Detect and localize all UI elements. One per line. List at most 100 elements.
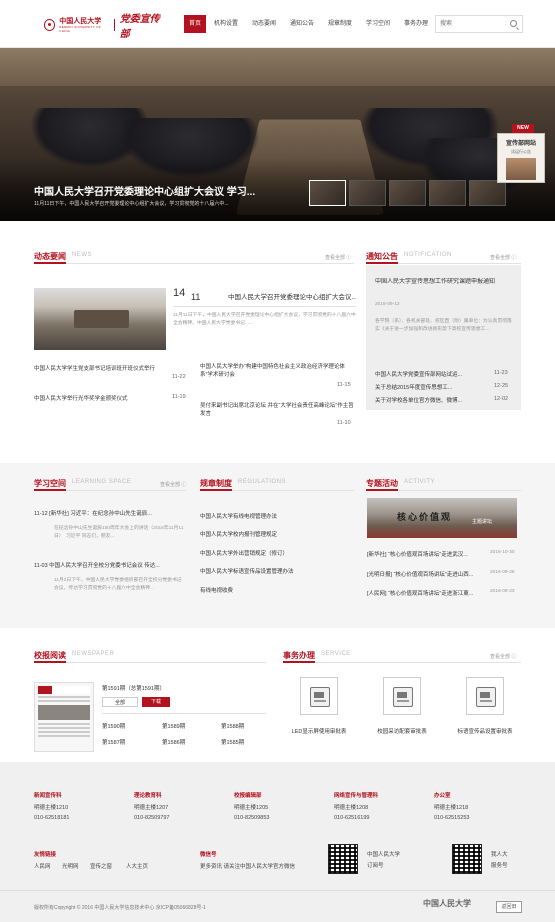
rules-item[interactable]: 中国人民大学有线电视管理办法	[200, 512, 350, 520]
study-item[interactable]: 11-03 中国人民大学召开全校分党委书记会议 传达...	[34, 561, 184, 569]
activity-item[interactable]: [人民网] “核心价值观百场讲坛”走进浙江東...	[367, 589, 482, 597]
hero-thumbnail[interactable]	[469, 180, 506, 206]
news-featured-desc: 11月11日下午，中国人民大学召开党委理论中心组扩大会议，学习贯彻党的十八届六中…	[173, 313, 356, 326]
activity-banner[interactable]: 核心价值观 主题讲坛	[367, 498, 517, 538]
activity-item[interactable]: [新华社] “核心价值观百场讲坛”走进武汉...	[367, 550, 482, 558]
footer-link[interactable]: 光明网	[62, 862, 79, 870]
footer-contact-phone: 010-62515253	[434, 815, 470, 821]
service-label[interactable]: 校园采访配套审批表	[357, 727, 447, 735]
led-form-icon-box[interactable]	[300, 677, 338, 715]
paper-download-button[interactable]: 下载	[142, 697, 170, 707]
news-item[interactable]: 中国人民大学学生党支部书记培训班开班仪式举行	[34, 364, 184, 372]
footer-link[interactable]: 人民网	[34, 862, 51, 870]
news-featured-image[interactable]	[34, 288, 166, 350]
footer-contact-head: 办公室	[434, 793, 451, 799]
rules-item[interactable]: 中国人民大学校内报刊管理规定	[200, 530, 350, 538]
service-section-title: 事务办理	[283, 651, 315, 660]
news-date: 11-22	[172, 374, 186, 380]
footer-contact-phone: 010-62518181	[34, 815, 70, 821]
qr2-name: 我人大	[491, 852, 508, 858]
nav-services[interactable]: 事务办理	[399, 15, 433, 33]
promo-title: 宣传部网站	[505, 141, 536, 147]
activity-item[interactable]: [光明日报] “核心价值观百场讲坛”走进山西...	[367, 570, 482, 578]
paper-issue-link[interactable]: 第1585期	[221, 738, 244, 746]
footer-wechat-text: 更多资讯 请关注中国人民大学官方微信	[200, 864, 296, 870]
hero-thumbnail[interactable]	[349, 180, 386, 206]
news-featured-title[interactable]: 中国人民大学召开党委理论中心组扩大会议...	[228, 291, 356, 301]
interview-form-icon-box[interactable]	[383, 677, 421, 715]
notice-item[interactable]: 中国人民大学党委宣传部网站试运...	[375, 370, 480, 378]
site-footer	[0, 762, 555, 922]
website-promo-card[interactable]: 宣传部网站 试运行公告	[497, 133, 545, 183]
nav-regulations[interactable]: 规章制度	[323, 15, 357, 33]
paper-all-button[interactable]: 全部	[102, 697, 138, 707]
nav-home[interactable]: 首页	[184, 15, 207, 33]
nav-notices[interactable]: 通知公告	[285, 15, 319, 33]
hero-thumbnail[interactable]	[389, 180, 426, 206]
footer-logo: 中国人民大学	[423, 899, 471, 908]
service-label[interactable]: 标语宣传品设置审批表	[440, 727, 530, 735]
new-badge: NEW	[512, 124, 534, 133]
hero-thumbnail[interactable]	[309, 180, 346, 206]
hero-thumbnail[interactable]	[429, 180, 466, 206]
document-icon	[393, 687, 413, 707]
footer-contact-phone: 010-82509853	[234, 815, 270, 821]
copyright-text: 版权所有Copyright © 2016 中国人民大学信息技术中心 京ICP备0…	[34, 905, 206, 911]
newspaper-thumbnail[interactable]	[34, 682, 94, 752]
notice-date: 11-23	[494, 370, 508, 376]
paper-issue-link[interactable]: 第1588期	[221, 722, 244, 730]
footer-link[interactable]: 人大主页	[126, 862, 148, 870]
study-more-link[interactable]: 查看全部 ⓘ	[160, 481, 186, 488]
old-site-button[interactable]: 返回旧	[496, 901, 522, 913]
notice-featured-date: 2016-09-12	[375, 302, 400, 307]
rules-item[interactable]: 有线电视收费	[200, 586, 350, 594]
news-day: 14	[173, 287, 186, 299]
rules-item[interactable]: 中国人民大学标语宣传品设置管理办法	[200, 567, 350, 575]
search-input[interactable]	[436, 16, 506, 32]
search-box	[435, 15, 523, 33]
news-item[interactable]: 吴付来副书记出席北京论坛 并在“大学社会责任高峰论坛”作主旨发言	[200, 402, 356, 418]
hero-thumbnails	[309, 180, 506, 206]
news-section-title: 动态要闻	[34, 252, 66, 261]
nav-news[interactable]: 动态要闻	[247, 15, 281, 33]
notice-date: 12-02	[494, 396, 509, 402]
footer-links-head: 友情链接	[34, 852, 57, 858]
qr-code-subscription	[328, 844, 358, 874]
footer-contact-head: 校报编辑部	[234, 793, 262, 799]
footer-contact-head: 网络宣传与管理科	[334, 793, 379, 799]
news-more-link[interactable]: 查看全部 ⓘ	[325, 254, 351, 261]
nav-organization[interactable]: 机构设置	[209, 15, 243, 33]
nav-study[interactable]: 学习空间	[361, 15, 395, 33]
paper-current-issue: 第1591期（总第1591期）	[102, 686, 165, 692]
study-item[interactable]: 11-12 [新华社] 习近平：在纪念孙中山先生诞辰...	[34, 509, 184, 517]
paper-issue-link[interactable]: 第1587期	[102, 738, 125, 746]
notice-item[interactable]: 关于对学校各单位官方微信、微博...	[375, 396, 480, 404]
footer-link[interactable]: 宣传之窗	[90, 862, 112, 870]
paper-issue-link[interactable]: 第1590期	[102, 722, 125, 730]
paper-issue-link[interactable]: 第1586期	[162, 738, 185, 746]
service-label[interactable]: LED显示屏使用审批表	[274, 727, 364, 735]
activity-section-en: ACTIVITY	[404, 479, 436, 485]
search-icon[interactable]	[510, 20, 517, 27]
footer-contact-head: 新闻宣传科	[34, 793, 62, 799]
hero-title[interactable]: 中国人民大学召开党委理论中心组扩大会议 学习...	[34, 183, 294, 198]
notice-section-en: NOTIFICATION	[404, 252, 452, 258]
middle-band	[0, 463, 555, 628]
site-logo[interactable]: 中国人民大学 RENMIN UNIVERSITY OF CHINA 党委宣传部	[44, 14, 166, 40]
study-section-title: 学习空间	[34, 479, 66, 488]
logo-separator	[113, 19, 115, 31]
notice-more-link[interactable]: 查看全部 ⓘ	[490, 254, 516, 261]
news-item[interactable]: 中国人民大学举行光华奖学金颁奖仪式	[34, 394, 164, 402]
rules-item[interactable]: 中国人民大学外出营销规定（修订）	[200, 549, 350, 557]
paper-issue-link[interactable]: 第1589期	[162, 722, 185, 730]
service-more-link[interactable]: 查看全部 ⓘ	[490, 653, 516, 660]
notice-item[interactable]: 关于总结2015年度宣传思想工...	[375, 383, 480, 391]
rules-section-en: REGULATIONS	[238, 479, 287, 485]
qr1-name: 中国人民大学	[367, 852, 401, 858]
notice-featured-desc: 各学院（系）、各机关部处、校区直（附）属单位：为认真贯彻落实《关于进一步加强和改…	[375, 319, 512, 332]
footer-contact-phone: 010-62516199	[334, 815, 370, 821]
notice-featured-title[interactable]: 中国人民大学宣传思想工作研究课题申报通知	[375, 278, 513, 286]
activity-date: 2016-09-23	[490, 589, 515, 594]
news-item[interactable]: 中国人民大学举办“构建中国特色社会主义政治经济学理论体系”学术研讨会	[200, 363, 356, 379]
banner-form-icon-box[interactable]	[466, 677, 504, 715]
